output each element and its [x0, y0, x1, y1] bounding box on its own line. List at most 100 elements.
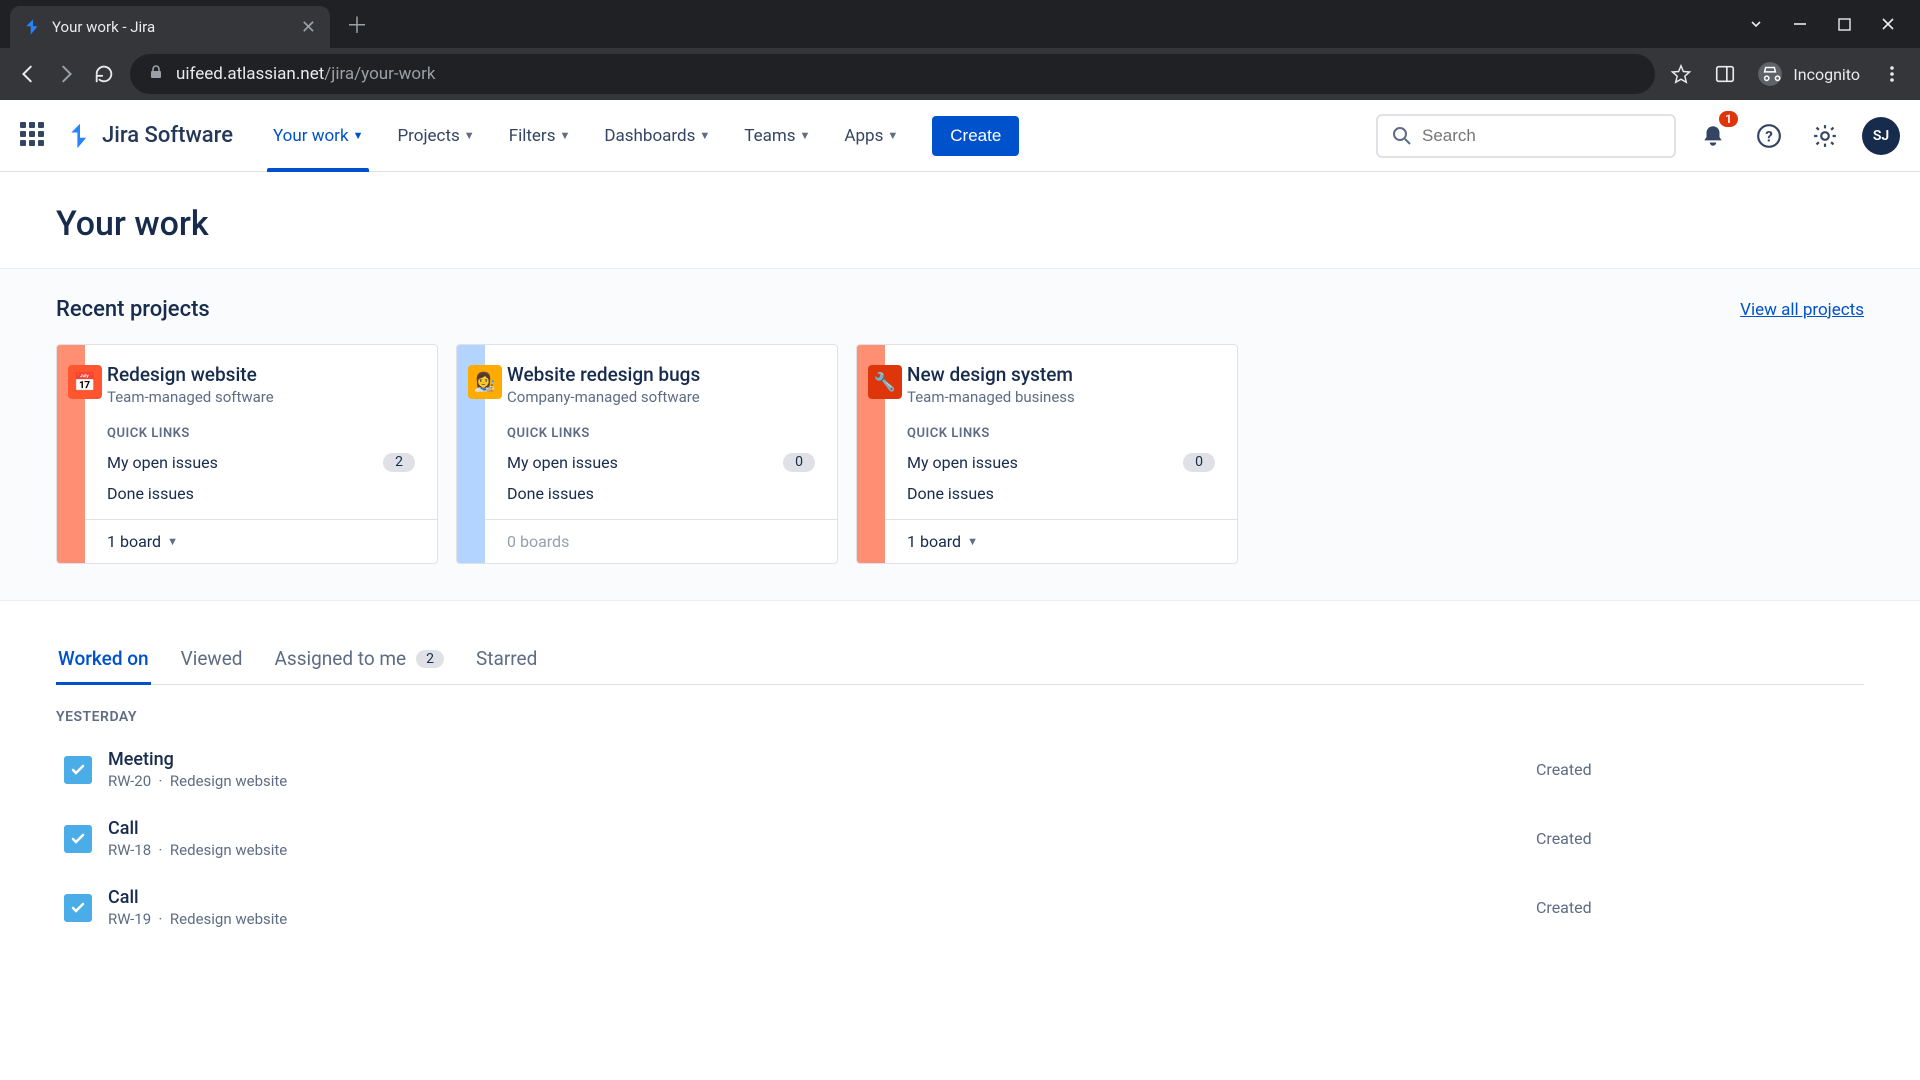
address-bar: uifeed.atlassian.net/jira/your-work Inco…	[0, 48, 1920, 100]
svg-text:?: ?	[1765, 127, 1773, 145]
issue-row[interactable]: Meeting RW-20 · Redesign website Created	[56, 735, 1864, 804]
incognito-indicator[interactable]: Incognito	[1757, 61, 1860, 87]
app-switcher-icon[interactable]	[20, 122, 48, 150]
tab-bar: Your work - Jira ✕ ＋	[0, 0, 1920, 48]
nav-projects[interactable]: Projects▼	[383, 100, 488, 172]
minimize-icon[interactable]	[1792, 16, 1808, 32]
project-icon: 👩‍🎨	[468, 365, 502, 399]
nav-filters[interactable]: Filters▼	[495, 100, 585, 172]
issue-title: Call	[108, 818, 1520, 839]
boards-dropdown[interactable]: 1 board▼	[85, 519, 437, 563]
url-field[interactable]: uifeed.atlassian.net/jira/your-work	[130, 54, 1655, 94]
recent-projects-heading: Recent projects	[56, 297, 210, 322]
jira-logo-text: Jira Software	[102, 123, 233, 148]
tab-worked-on[interactable]: Worked on	[56, 637, 151, 684]
open-issues-count: 2	[383, 453, 415, 472]
done-issues-link[interactable]: Done issues	[485, 478, 837, 509]
issue-status: Created	[1536, 898, 1856, 917]
issue-meta: RW-19 · Redesign website	[108, 910, 1520, 928]
project-card[interactable]: 👩‍🎨 Website redesign bugs Company-manage…	[456, 344, 838, 564]
help-icon: ?	[1756, 123, 1782, 149]
project-name: New design system	[907, 363, 1215, 386]
issue-title: Call	[108, 887, 1520, 908]
project-type: Team-managed software	[107, 388, 415, 406]
my-open-issues-link[interactable]: My open issues2	[85, 447, 437, 478]
project-card[interactable]: 🔧 New design system Team-managed busines…	[856, 344, 1238, 564]
nav-apps[interactable]: Apps▼	[830, 100, 912, 172]
issue-group-header: Yesterday	[56, 685, 1864, 735]
forward-icon[interactable]	[54, 62, 78, 86]
close-window-icon[interactable]	[1880, 16, 1896, 32]
help-button[interactable]: ?	[1750, 117, 1788, 155]
back-icon[interactable]	[16, 62, 40, 86]
bookmark-icon[interactable]	[1669, 62, 1693, 86]
issue-status: Created	[1536, 829, 1856, 848]
chevron-down-icon: ▼	[353, 129, 364, 142]
project-icon: 🔧	[868, 365, 902, 399]
chevron-down-icon: ▼	[800, 129, 811, 142]
project-card[interactable]: 📅 Redesign website Team-managed software…	[56, 344, 438, 564]
jira-logo-icon	[66, 122, 94, 150]
url-text: uifeed.atlassian.net/jira/your-work	[176, 64, 435, 84]
page-title: Your work	[56, 204, 1864, 244]
chevron-down-icon: ▼	[559, 129, 570, 142]
issue-meta: RW-18 · Redesign website	[108, 841, 1520, 859]
tab-search-icon[interactable]	[1748, 16, 1764, 32]
done-issues-link[interactable]: Done issues	[85, 478, 437, 509]
tab-starred[interactable]: Starred	[474, 637, 539, 684]
search-input[interactable]	[1422, 126, 1660, 146]
tab-viewed[interactable]: Viewed	[179, 637, 245, 684]
nav-teams[interactable]: Teams▼	[730, 100, 824, 172]
incognito-label: Incognito	[1793, 65, 1860, 84]
my-open-issues-link[interactable]: My open issues0	[885, 447, 1237, 478]
project-icon: 📅	[68, 365, 102, 399]
chrome-menu-icon[interactable]	[1880, 62, 1904, 86]
project-type: Company-managed software	[507, 388, 815, 406]
recent-projects-section: Recent projects View all projects 📅 Rede…	[0, 268, 1920, 601]
notifications-button[interactable]: 1	[1694, 117, 1732, 155]
boards-dropdown[interactable]: 1 board▼	[885, 519, 1237, 563]
task-type-icon	[64, 756, 92, 784]
view-all-projects-link[interactable]: View all projects	[1740, 300, 1864, 320]
issue-meta: RW-20 · Redesign website	[108, 772, 1520, 790]
chevron-down-icon: ▼	[167, 535, 178, 548]
gear-icon	[1812, 123, 1838, 149]
task-type-icon	[64, 894, 92, 922]
issue-status: Created	[1536, 760, 1856, 779]
close-tab-icon[interactable]: ✕	[301, 17, 316, 38]
nav-your-work[interactable]: Your work▼	[259, 100, 377, 172]
issue-row[interactable]: Call RW-19 · Redesign website Created	[56, 873, 1864, 942]
maximize-icon[interactable]	[1836, 16, 1852, 32]
settings-button[interactable]	[1806, 117, 1844, 155]
issue-title: Meeting	[108, 749, 1520, 770]
nav-dashboards[interactable]: Dashboards▼	[590, 100, 724, 172]
project-name: Redesign website	[107, 363, 415, 386]
done-issues-link[interactable]: Done issues	[885, 478, 1237, 509]
work-tabs: Worked on Viewed Assigned to me2 Starred	[56, 637, 1864, 685]
project-type: Team-managed business	[907, 388, 1215, 406]
browser-chrome: Your work - Jira ✕ ＋ uifeed.atlassian.ne…	[0, 0, 1920, 100]
window-controls	[1748, 16, 1920, 32]
quick-links-label: QUICK LINKS	[485, 416, 837, 447]
page-content: Jira Software Your work▼ Projects▼ Filte…	[0, 100, 1920, 1080]
create-button[interactable]: Create	[932, 116, 1019, 156]
project-name: Website redesign bugs	[507, 363, 815, 386]
side-panel-icon[interactable]	[1713, 62, 1737, 86]
search-icon	[1392, 126, 1412, 146]
reload-icon[interactable]	[92, 62, 116, 86]
issue-row[interactable]: Call RW-18 · Redesign website Created	[56, 804, 1864, 873]
new-tab-button[interactable]: ＋	[346, 8, 368, 40]
quick-links-label: QUICK LINKS	[885, 416, 1237, 447]
chevron-down-icon: ▼	[887, 129, 898, 142]
jira-logo[interactable]: Jira Software	[66, 122, 233, 150]
tab-assigned[interactable]: Assigned to me2	[273, 637, 446, 684]
browser-tab[interactable]: Your work - Jira ✕	[10, 6, 330, 48]
incognito-icon	[1757, 61, 1783, 87]
search-box[interactable]	[1376, 114, 1676, 158]
open-issues-count: 0	[1183, 453, 1215, 472]
tab-title: Your work - Jira	[52, 18, 291, 36]
assigned-count-badge: 2	[416, 650, 444, 668]
quick-links-label: QUICK LINKS	[85, 416, 437, 447]
profile-avatar[interactable]: SJ	[1862, 117, 1900, 155]
my-open-issues-link[interactable]: My open issues0	[485, 447, 837, 478]
